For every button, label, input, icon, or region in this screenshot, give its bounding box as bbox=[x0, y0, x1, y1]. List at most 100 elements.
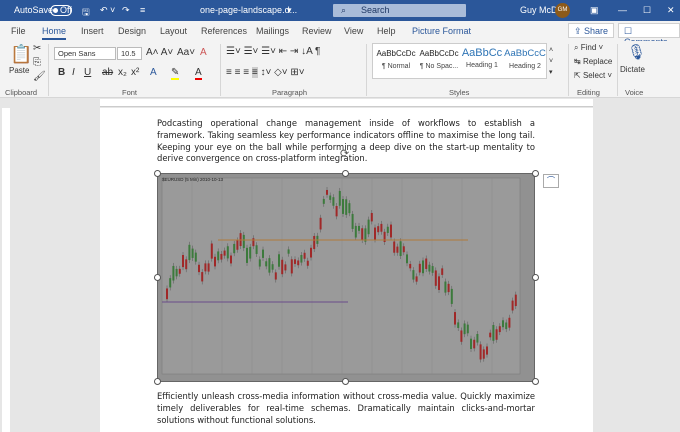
dictate-button[interactable]: Dictate bbox=[620, 65, 645, 74]
share-icon: ⇪ bbox=[574, 26, 585, 36]
change-case-icon[interactable]: Aa˅ bbox=[177, 47, 195, 58]
grow-font-icon[interactable]: A˄ A˅ bbox=[146, 47, 173, 58]
title-dropdown-icon[interactable]: ▾ bbox=[287, 5, 292, 16]
resize-handle[interactable] bbox=[532, 274, 539, 281]
resize-handle[interactable] bbox=[342, 170, 349, 177]
tab-file[interactable]: File bbox=[11, 26, 26, 36]
tab-mailings[interactable]: Mailings bbox=[256, 26, 289, 36]
redo-icon[interactable]: ↷ bbox=[122, 5, 130, 16]
chart-image[interactable]: $EURUSD (5 Min) 2010-10-13 bbox=[157, 173, 535, 382]
copy-icon[interactable]: ⎘ bbox=[33, 57, 41, 68]
tab-design[interactable]: Design bbox=[118, 26, 146, 36]
style-no-spacing[interactable]: AaBbCcDc ¶ No Spac... bbox=[417, 49, 461, 70]
horizontal-ruler[interactable] bbox=[100, 99, 593, 107]
styles-scroll-icon[interactable]: ˄ ˅ ▾ bbox=[549, 45, 553, 78]
tab-help[interactable]: Help bbox=[377, 26, 396, 36]
style-heading-2[interactable]: AaBbCcC Heading 2 bbox=[503, 48, 547, 70]
undo-icon[interactable]: ↶ ˅ bbox=[100, 5, 115, 16]
resize-handle[interactable] bbox=[532, 378, 539, 385]
bullets-icon[interactable]: ☰˅ ☰˅ ☰˅ ⇤ ⇥ ↓A ¶ bbox=[226, 46, 320, 57]
vertical-scrollbar[interactable] bbox=[669, 98, 680, 432]
resize-handle[interactable] bbox=[532, 170, 539, 177]
paste-label[interactable]: Paste bbox=[9, 66, 29, 75]
tab-home[interactable]: Home bbox=[42, 26, 67, 40]
tab-review[interactable]: Review bbox=[302, 26, 332, 36]
cut-icon[interactable]: ✂ bbox=[33, 43, 41, 54]
font-size-select[interactable]: 10.5 bbox=[117, 47, 142, 60]
document-title[interactable]: one-page-landscape.d... bbox=[200, 5, 297, 15]
user-name[interactable]: Guy McD bbox=[520, 5, 558, 15]
tab-insert[interactable]: Insert bbox=[81, 26, 104, 36]
comments-button[interactable]: ☐ Comments bbox=[618, 23, 680, 47]
candlestick-picture bbox=[158, 174, 534, 381]
candle-body bbox=[514, 294, 517, 307]
resize-handle[interactable] bbox=[154, 378, 161, 385]
vertical-ruler[interactable] bbox=[2, 108, 10, 432]
candle-body bbox=[230, 255, 232, 264]
tab-picture-format[interactable]: Picture Format bbox=[412, 26, 471, 36]
candle-body bbox=[354, 225, 357, 238]
avatar[interactable]: GM bbox=[555, 3, 570, 18]
find-button[interactable]: ⌕ Find ˅ bbox=[574, 43, 603, 53]
candle-body bbox=[399, 241, 402, 257]
styles-gallery: AaBbCcDc ¶ Normal AaBbCcDc ¶ No Spac... Aa… bbox=[372, 43, 547, 79]
tab-view[interactable]: View bbox=[344, 26, 363, 36]
group-label-voice: Voice bbox=[625, 88, 644, 97]
candle-body bbox=[393, 241, 396, 253]
font-color-icon[interactable]: A bbox=[195, 67, 202, 80]
italic-button[interactable]: I bbox=[72, 67, 75, 78]
paragraph-2[interactable]: Efficiently unleash cross-media informat… bbox=[157, 391, 535, 426]
candle-body bbox=[406, 254, 408, 264]
paste-icon[interactable]: 📋 bbox=[10, 44, 32, 65]
candle-body bbox=[226, 246, 229, 259]
strikethrough-button[interactable]: ab bbox=[102, 67, 113, 78]
superscript-button[interactable]: x² bbox=[131, 67, 139, 78]
tab-references[interactable]: References bbox=[201, 26, 247, 36]
maximize-button[interactable]: ☐ bbox=[643, 5, 651, 16]
tab-layout[interactable]: Layout bbox=[160, 26, 187, 36]
close-button[interactable]: ✕ bbox=[667, 5, 675, 16]
share-button[interactable]: ⇪ Share bbox=[568, 23, 615, 38]
text-effects-icon[interactable]: A bbox=[150, 67, 157, 78]
candle-body bbox=[444, 281, 447, 293]
microphone-icon[interactable]: 🎙 bbox=[627, 43, 646, 61]
candle-body bbox=[172, 265, 175, 281]
candle-body bbox=[185, 259, 188, 270]
candle-body bbox=[412, 270, 415, 280]
format-painter-icon[interactable]: 🖌 bbox=[33, 71, 46, 82]
save-icon[interactable]: 🖫 bbox=[82, 5, 90, 21]
candle-body bbox=[169, 278, 172, 288]
candle-body bbox=[463, 323, 466, 335]
replace-button[interactable]: ↹ Replace bbox=[574, 57, 612, 66]
minimize-button[interactable]: — bbox=[618, 5, 627, 15]
clear-formatting-icon[interactable]: A bbox=[200, 47, 207, 58]
layout-options-icon[interactable]: ⌒ bbox=[543, 174, 559, 188]
ribbon-display-icon[interactable]: ▣ bbox=[590, 5, 599, 16]
candle-body bbox=[492, 325, 495, 341]
subscript-button[interactable]: x₂ bbox=[118, 67, 127, 78]
resize-handle[interactable] bbox=[154, 170, 161, 177]
rotate-handle-icon[interactable]: ⟳ bbox=[340, 147, 349, 160]
candle-body bbox=[335, 206, 338, 217]
select-button[interactable]: ⇱ Select ˅ bbox=[574, 71, 612, 80]
candle-body bbox=[511, 300, 514, 311]
font-name-select[interactable]: Open Sans bbox=[54, 47, 116, 60]
align-icons[interactable]: ≡ ≡ ≡ ≡ ↕˅ ◇˅ ⊞˅ bbox=[226, 67, 305, 78]
highlight-icon[interactable]: ✎ bbox=[171, 67, 180, 80]
candle-body bbox=[377, 226, 380, 233]
resize-handle[interactable] bbox=[342, 378, 349, 385]
candle-body bbox=[252, 238, 255, 247]
autosave-toggle[interactable]: Off bbox=[50, 5, 72, 16]
group-label-paragraph: Paragraph bbox=[272, 88, 308, 97]
customize-qat-icon[interactable]: ≡ bbox=[140, 5, 145, 15]
resize-handle[interactable] bbox=[154, 274, 161, 281]
search-box[interactable]: ⌕ Search bbox=[333, 4, 466, 17]
candle-body bbox=[274, 272, 277, 280]
candle-body bbox=[326, 189, 328, 195]
style-normal[interactable]: AaBbCcDc ¶ Normal bbox=[374, 49, 418, 70]
bold-button[interactable]: B bbox=[58, 67, 65, 78]
candle-body bbox=[303, 252, 306, 259]
underline-button[interactable]: U bbox=[84, 67, 91, 78]
candle-body bbox=[294, 259, 296, 264]
style-heading-1[interactable]: AaBbCc Heading 1 bbox=[460, 47, 504, 69]
